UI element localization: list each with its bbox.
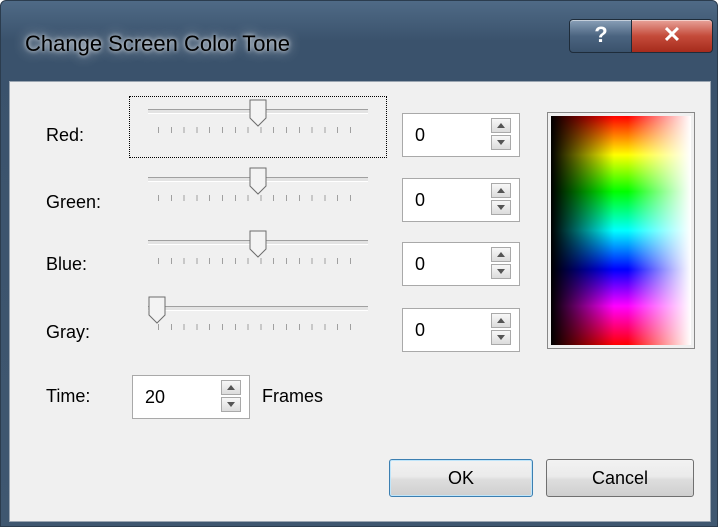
time-up-arrow[interactable] (221, 380, 241, 395)
blue-slider[interactable] (130, 228, 386, 288)
color-spectrum-preview (547, 112, 695, 349)
green-slider-thumb[interactable] (249, 167, 267, 195)
spectrum-gradient (551, 116, 691, 345)
green-slider[interactable] (130, 165, 386, 225)
blue-slider-thumb[interactable] (249, 230, 267, 258)
close-button[interactable]: ✕ (631, 19, 713, 53)
gray-label: Gray: (46, 322, 91, 342)
slider-ticks (158, 258, 362, 264)
green-spinbox[interactable]: 0 (402, 178, 520, 222)
gray-down-arrow[interactable] (491, 330, 511, 345)
green-label: Green: (46, 192, 102, 212)
green-value[interactable]: 0 (415, 190, 425, 211)
time-label: Time: (46, 386, 91, 406)
blue-label: Blue: (46, 254, 88, 274)
time-value[interactable]: 20 (145, 387, 165, 408)
gray-slider-thumb[interactable] (148, 296, 166, 324)
window-title: Change Screen Color Tone (25, 31, 290, 56)
blue-up-arrow[interactable] (491, 247, 511, 262)
slider-ticks (158, 324, 362, 330)
green-up-arrow[interactable] (491, 183, 511, 198)
close-icon: ✕ (662, 22, 682, 47)
green-down-arrow[interactable] (491, 200, 511, 215)
slider-track (148, 306, 368, 311)
red-up-arrow[interactable] (491, 118, 511, 133)
blue-down-arrow[interactable] (491, 264, 511, 279)
gray-spinbox[interactable]: 0 (402, 308, 520, 352)
gray-slider[interactable] (130, 294, 386, 354)
ok-button[interactable]: OK (389, 459, 533, 497)
dialog-window: Change Screen Color Tone ? ✕ Red: 0 Gree… (0, 0, 718, 527)
cancel-button[interactable]: Cancel (546, 459, 694, 497)
frames-unit-label: Frames (262, 386, 324, 406)
blue-spinbox[interactable]: 0 (402, 242, 520, 286)
help-button[interactable]: ? (569, 19, 633, 53)
red-slider-thumb[interactable] (249, 99, 267, 127)
red-value[interactable]: 0 (415, 125, 425, 146)
gray-up-arrow[interactable] (491, 313, 511, 328)
gray-value[interactable]: 0 (415, 320, 425, 341)
title-bar[interactable]: Change Screen Color Tone ? ✕ (1, 1, 718, 81)
time-down-arrow[interactable] (221, 397, 241, 412)
red-spinbox[interactable]: 0 (402, 113, 520, 157)
red-slider[interactable] (129, 96, 387, 158)
slider-ticks (158, 127, 362, 133)
red-label: Red: (46, 125, 85, 145)
blue-value[interactable]: 0 (415, 254, 425, 275)
dialog-body: Red: 0 Green: 0 Blue: 0 Gray: 0 Time: 20… (9, 81, 711, 522)
red-down-arrow[interactable] (491, 135, 511, 150)
time-spinbox[interactable]: 20 (132, 375, 250, 419)
slider-ticks (158, 195, 362, 201)
